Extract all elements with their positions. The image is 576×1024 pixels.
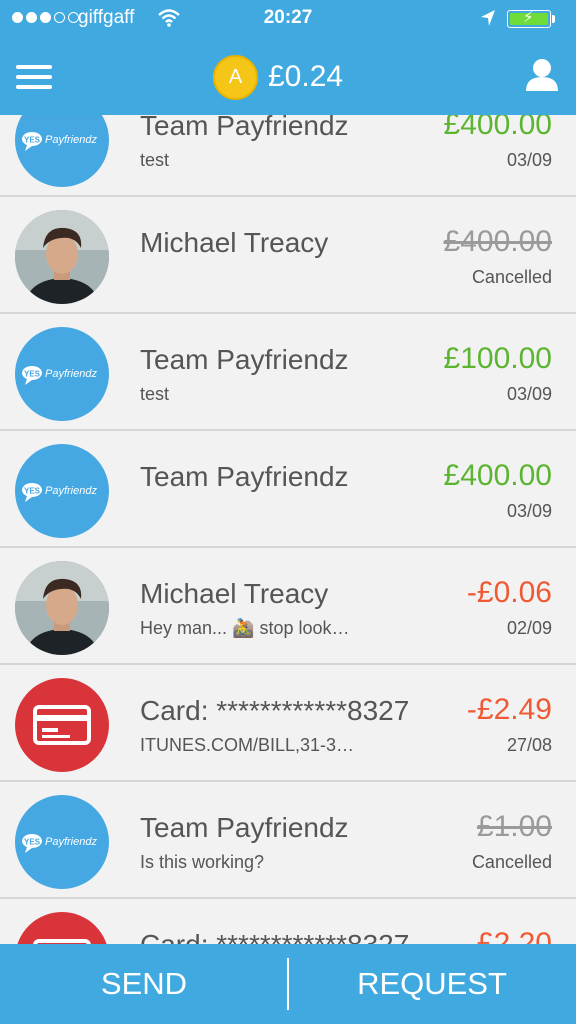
transaction-note: Hey man... 🚵 stop look…: [140, 618, 350, 638]
battery-tip: [552, 15, 555, 23]
transaction-amount: £1.00: [476, 810, 552, 843]
transaction-date: Cancelled: [471, 852, 552, 872]
app-header: giffgaff 20:27 ⚡ A £0.24: [0, 0, 576, 115]
transaction-row[interactable]: Card: ************8327 ITUNES.COM/BILL,3…: [0, 665, 576, 782]
transaction-amount: £100.00: [443, 342, 552, 375]
logo-text: Payfriendz: [45, 368, 97, 380]
logo-badge-text: YES: [24, 136, 41, 145]
transaction-note: test: [140, 384, 170, 404]
location-arrow-icon: [481, 10, 495, 26]
transaction-list: YES Payfriendz Team Payfriendz test £400.…: [0, 80, 576, 1016]
transaction-date: 02/09: [506, 618, 552, 638]
transaction-name: Michael Treacy: [140, 227, 329, 258]
transaction-note: Is this working?: [140, 852, 265, 872]
transaction-date: Cancelled: [471, 267, 552, 287]
logo-badge-text: YES: [24, 487, 41, 496]
transaction-row[interactable]: YES Payfriendz Team Payfriendz Is this wo…: [0, 782, 576, 899]
contact-photo: [15, 561, 109, 655]
logo-text: Payfriendz: [45, 836, 97, 848]
transaction-date: 27/08: [506, 735, 552, 755]
contact-photo: [15, 210, 109, 304]
send-button[interactable]: SEND: [0, 944, 288, 1024]
transaction-date: 03/09: [506, 384, 552, 404]
status-bar: giffgaff 20:27 ⚡: [0, 0, 576, 38]
hamburger-menu-icon[interactable]: [16, 65, 52, 89]
battery-icon: ⚡: [507, 9, 551, 28]
transaction-amount: £400.00: [443, 225, 552, 258]
transaction-row[interactable]: Michael Treacy Hey man... 🚵 stop look… -…: [0, 548, 576, 665]
transaction-date: 03/09: [506, 150, 552, 170]
transaction-name: Team Payfriendz: [140, 812, 349, 843]
balance-amount: £0.24: [268, 60, 344, 93]
transaction-row[interactable]: YES Payfriendz Team Payfriendz test £100.…: [0, 314, 576, 431]
payfriendz-logo: YES Payfriendz: [15, 327, 109, 421]
credit-card-icon: [15, 678, 109, 772]
user-profile-icon[interactable]: [524, 58, 560, 92]
transaction-amount: -£2.49: [466, 693, 552, 726]
request-button[interactable]: REQUEST: [288, 944, 576, 1024]
logo-text: Payfriendz: [45, 134, 97, 146]
payfriendz-logo: YES Payfriendz: [15, 795, 109, 889]
transaction-date: 03/09: [506, 501, 552, 521]
action-bar: SEND REQUEST: [0, 944, 576, 1024]
transaction-row[interactable]: YES Payfriendz Team Payfriendz £400.00 03…: [0, 431, 576, 548]
logo-badge-text: YES: [24, 370, 41, 379]
transaction-note: ITUNES.COM/BILL,31-3…: [140, 735, 355, 755]
transaction-name: Michael Treacy: [140, 578, 329, 609]
transaction-note: test: [140, 150, 170, 170]
transaction-row[interactable]: Michael Treacy £400.00 Cancelled: [0, 197, 576, 314]
transaction-name: Card: ************8327: [140, 695, 410, 726]
payfriendz-logo: YES Payfriendz: [15, 444, 109, 538]
balance-display[interactable]: A £0.24: [213, 54, 343, 100]
logo-text: Payfriendz: [45, 485, 97, 497]
transaction-amount: -£0.06: [466, 576, 552, 609]
logo-badge-text: YES: [24, 838, 41, 847]
transaction-amount: £400.00: [443, 459, 552, 492]
account-avatar: A: [213, 54, 258, 100]
transaction-name: Team Payfriendz: [140, 461, 349, 492]
transaction-name: Team Payfriendz: [140, 344, 349, 375]
